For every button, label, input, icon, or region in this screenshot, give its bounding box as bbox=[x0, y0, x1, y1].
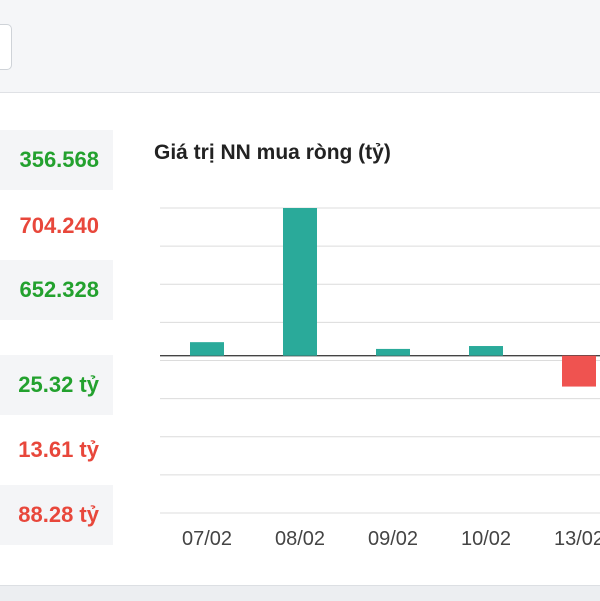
toolbar-button[interactable] bbox=[0, 24, 12, 70]
top-toolbar bbox=[0, 0, 600, 93]
bar-07-02 bbox=[190, 342, 224, 356]
bar-09-02 bbox=[376, 348, 410, 356]
bar-08-02 bbox=[283, 208, 317, 356]
net-foreign-buy-chart: 07/02 08/02 09/02 10/02 13/02 bbox=[160, 207, 600, 550]
x-tick-label: 07/02 bbox=[182, 528, 232, 550]
x-tick-label: 10/02 bbox=[461, 528, 511, 550]
x-tick-label: 09/02 bbox=[368, 528, 418, 550]
bottom-strip bbox=[0, 585, 600, 601]
bar-13-02 bbox=[562, 355, 596, 387]
main-panel: 356.568 704.240 652.328 25.32 tỷ 13.61 t… bbox=[0, 93, 600, 585]
x-tick-label: 13/02 bbox=[554, 528, 600, 550]
bar-10-02 bbox=[469, 346, 503, 356]
x-tick-label: 08/02 bbox=[275, 528, 325, 550]
